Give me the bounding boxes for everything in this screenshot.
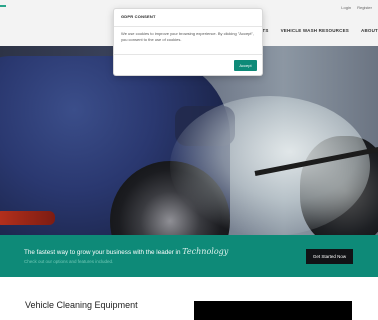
consent-divider-top xyxy=(114,26,262,27)
consent-title: GDPR CONSENT xyxy=(121,14,156,19)
consent-divider-bottom xyxy=(114,54,262,55)
accept-button[interactable]: Accept xyxy=(234,60,257,71)
consent-dialog: GDPR CONSENT We use cookies to improve y… xyxy=(114,9,262,75)
consent-message: We use cookies to improve your browsing … xyxy=(121,31,255,42)
